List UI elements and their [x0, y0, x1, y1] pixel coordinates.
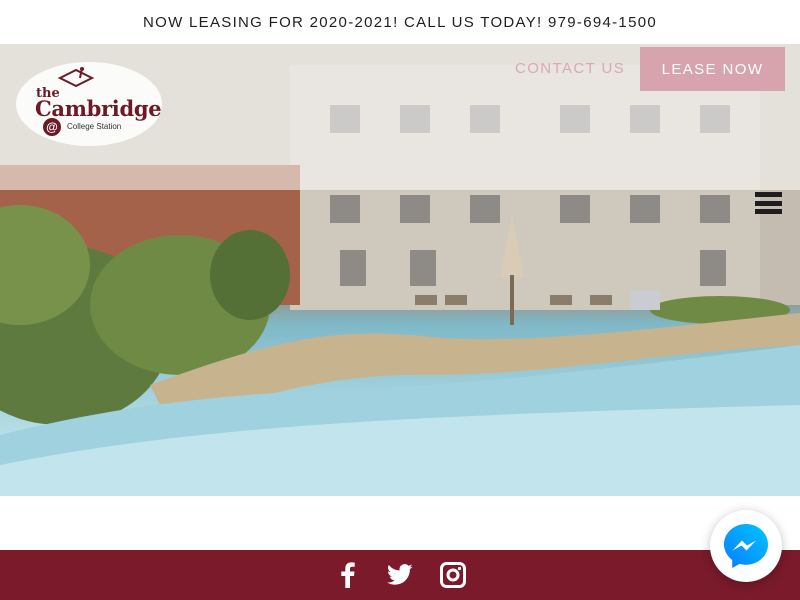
twitter-icon[interactable] — [387, 562, 413, 588]
instagram-icon[interactable] — [440, 562, 466, 588]
site-logo[interactable]: the Cambridge @ College Station — [16, 62, 162, 146]
graduation-cap-icon — [57, 67, 95, 88]
contact-us-link[interactable]: CONTACT US — [515, 60, 625, 77]
announcement-bar: NOW LEASING FOR 2020-2021! CALL US TODAY… — [0, 0, 800, 45]
footer — [0, 550, 800, 600]
logo-at: @ — [43, 118, 61, 136]
hamburger-menu-icon[interactable] — [755, 192, 782, 214]
messenger-icon — [724, 524, 768, 568]
announcement-text: NOW LEASING FOR 2020-2021! CALL US TODAY… — [142, 13, 658, 31]
facebook-icon[interactable] — [335, 562, 361, 588]
logo-location: College Station — [67, 122, 122, 131]
messenger-chat-button[interactable] — [710, 510, 782, 582]
lease-now-button[interactable]: LEASE NOW — [640, 47, 785, 91]
